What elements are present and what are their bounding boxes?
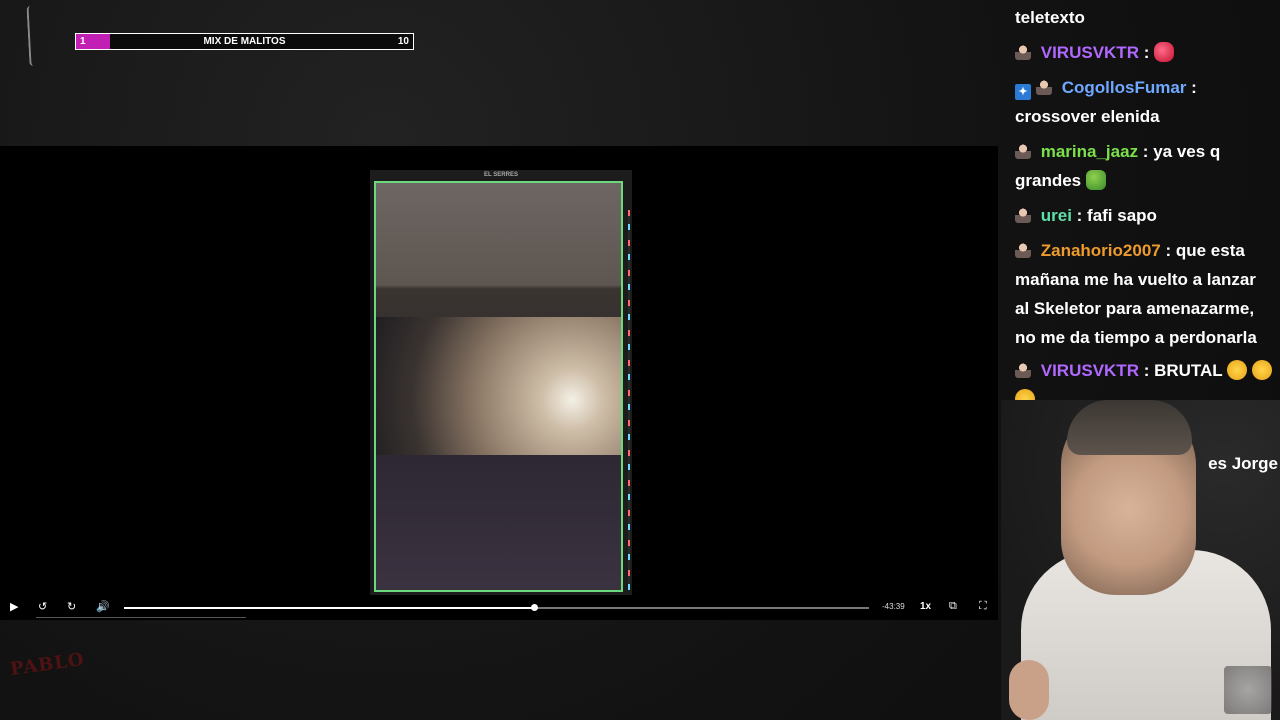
- chat-message-text: teletexto: [1015, 8, 1085, 27]
- chat-message: marina_jaaz : ya ves q grandes: [1015, 142, 1221, 190]
- forward-icon[interactable]: ↻: [67, 600, 76, 613]
- buffer-indicator: [36, 617, 246, 618]
- chat-message: Zanahorio2007 : que esta mañana me ha vu…: [1015, 241, 1257, 347]
- video-player[interactable]: EL SERRES: [0, 146, 998, 620]
- progress-end-number: 10: [397, 36, 409, 47]
- playback-speed-button[interactable]: 1x: [920, 601, 931, 612]
- chat-message-overlap: es Jorge: [1183, 449, 1278, 478]
- chat-username[interactable]: VIRUSVKTR: [1041, 43, 1139, 62]
- volume-icon[interactable]: 🔊: [96, 600, 110, 613]
- emote-icon: [1251, 360, 1272, 380]
- seek-bar-progress: [124, 607, 534, 609]
- seek-bar[interactable]: [124, 604, 869, 611]
- user-badge-icon: [1015, 362, 1031, 378]
- streamer-webcam: es Jorge: [1001, 400, 1280, 720]
- chat-username[interactable]: CogollosFumar: [1062, 78, 1187, 97]
- phone-video-frame: EL SERRES: [370, 170, 632, 595]
- chat-message: VIRUSVKTR :: [1015, 38, 1273, 67]
- progress-title: MIX DE MALITOS: [203, 36, 286, 47]
- emote-icon: [1227, 360, 1248, 380]
- emote-icon: [1085, 170, 1106, 190]
- streamer-hand: [1009, 660, 1049, 720]
- time-remaining: -43:39: [882, 602, 905, 611]
- prime-badge-icon: ✦: [1015, 84, 1031, 100]
- chat-username[interactable]: urei: [1041, 206, 1072, 225]
- video-call-image: [376, 317, 621, 455]
- overlay-scratch-mark: [26, 5, 38, 67]
- pip-icon[interactable]: ⧉: [949, 600, 957, 613]
- mix-progress-bar: 1 MIX DE MALITOS 10: [75, 33, 414, 50]
- corner-avatar-image: [1224, 666, 1272, 714]
- chat-message: teletexto: [1015, 3, 1273, 32]
- user-badge-icon: [1036, 79, 1052, 95]
- play-icon[interactable]: ▶: [10, 600, 18, 613]
- emote-icon: [1154, 42, 1175, 62]
- chat-username[interactable]: marina_jaaz: [1041, 142, 1138, 161]
- user-badge-icon: [1015, 242, 1031, 258]
- chat-message-text: fafi sapo: [1087, 206, 1157, 225]
- phone-caller-label: EL SERRES: [484, 172, 518, 178]
- streamer-hair: [1067, 400, 1192, 455]
- channel-logo: PABLO: [8, 648, 86, 681]
- chat-message-text: crossover elenida: [1015, 107, 1160, 126]
- chat-message: urei : fafi sapo: [1015, 201, 1273, 230]
- rewind-icon[interactable]: ↺: [38, 600, 47, 613]
- chat-username[interactable]: Zanahorio2007: [1041, 241, 1161, 260]
- phone-side-strip: [628, 210, 630, 590]
- user-badge-icon: [1015, 207, 1031, 223]
- phone-screen: [374, 181, 623, 592]
- chat-message-text: BRUTAL: [1154, 361, 1223, 380]
- user-badge-icon: [1015, 143, 1031, 159]
- chat-message-text: es Jorge: [1208, 454, 1278, 473]
- user-badge-icon: [1015, 44, 1031, 60]
- fullscreen-icon[interactable]: ⛶: [979, 600, 987, 613]
- chat-username[interactable]: VIRUSVKTR: [1041, 361, 1139, 380]
- seek-bar-thumb[interactable]: [530, 604, 538, 611]
- player-controls: ▶ ↺ ↻ 🔊 -43:39 1x ⧉ ⛶: [0, 597, 998, 619]
- chat-message: ✦ CogollosFumar : crossover elenida: [1015, 78, 1197, 126]
